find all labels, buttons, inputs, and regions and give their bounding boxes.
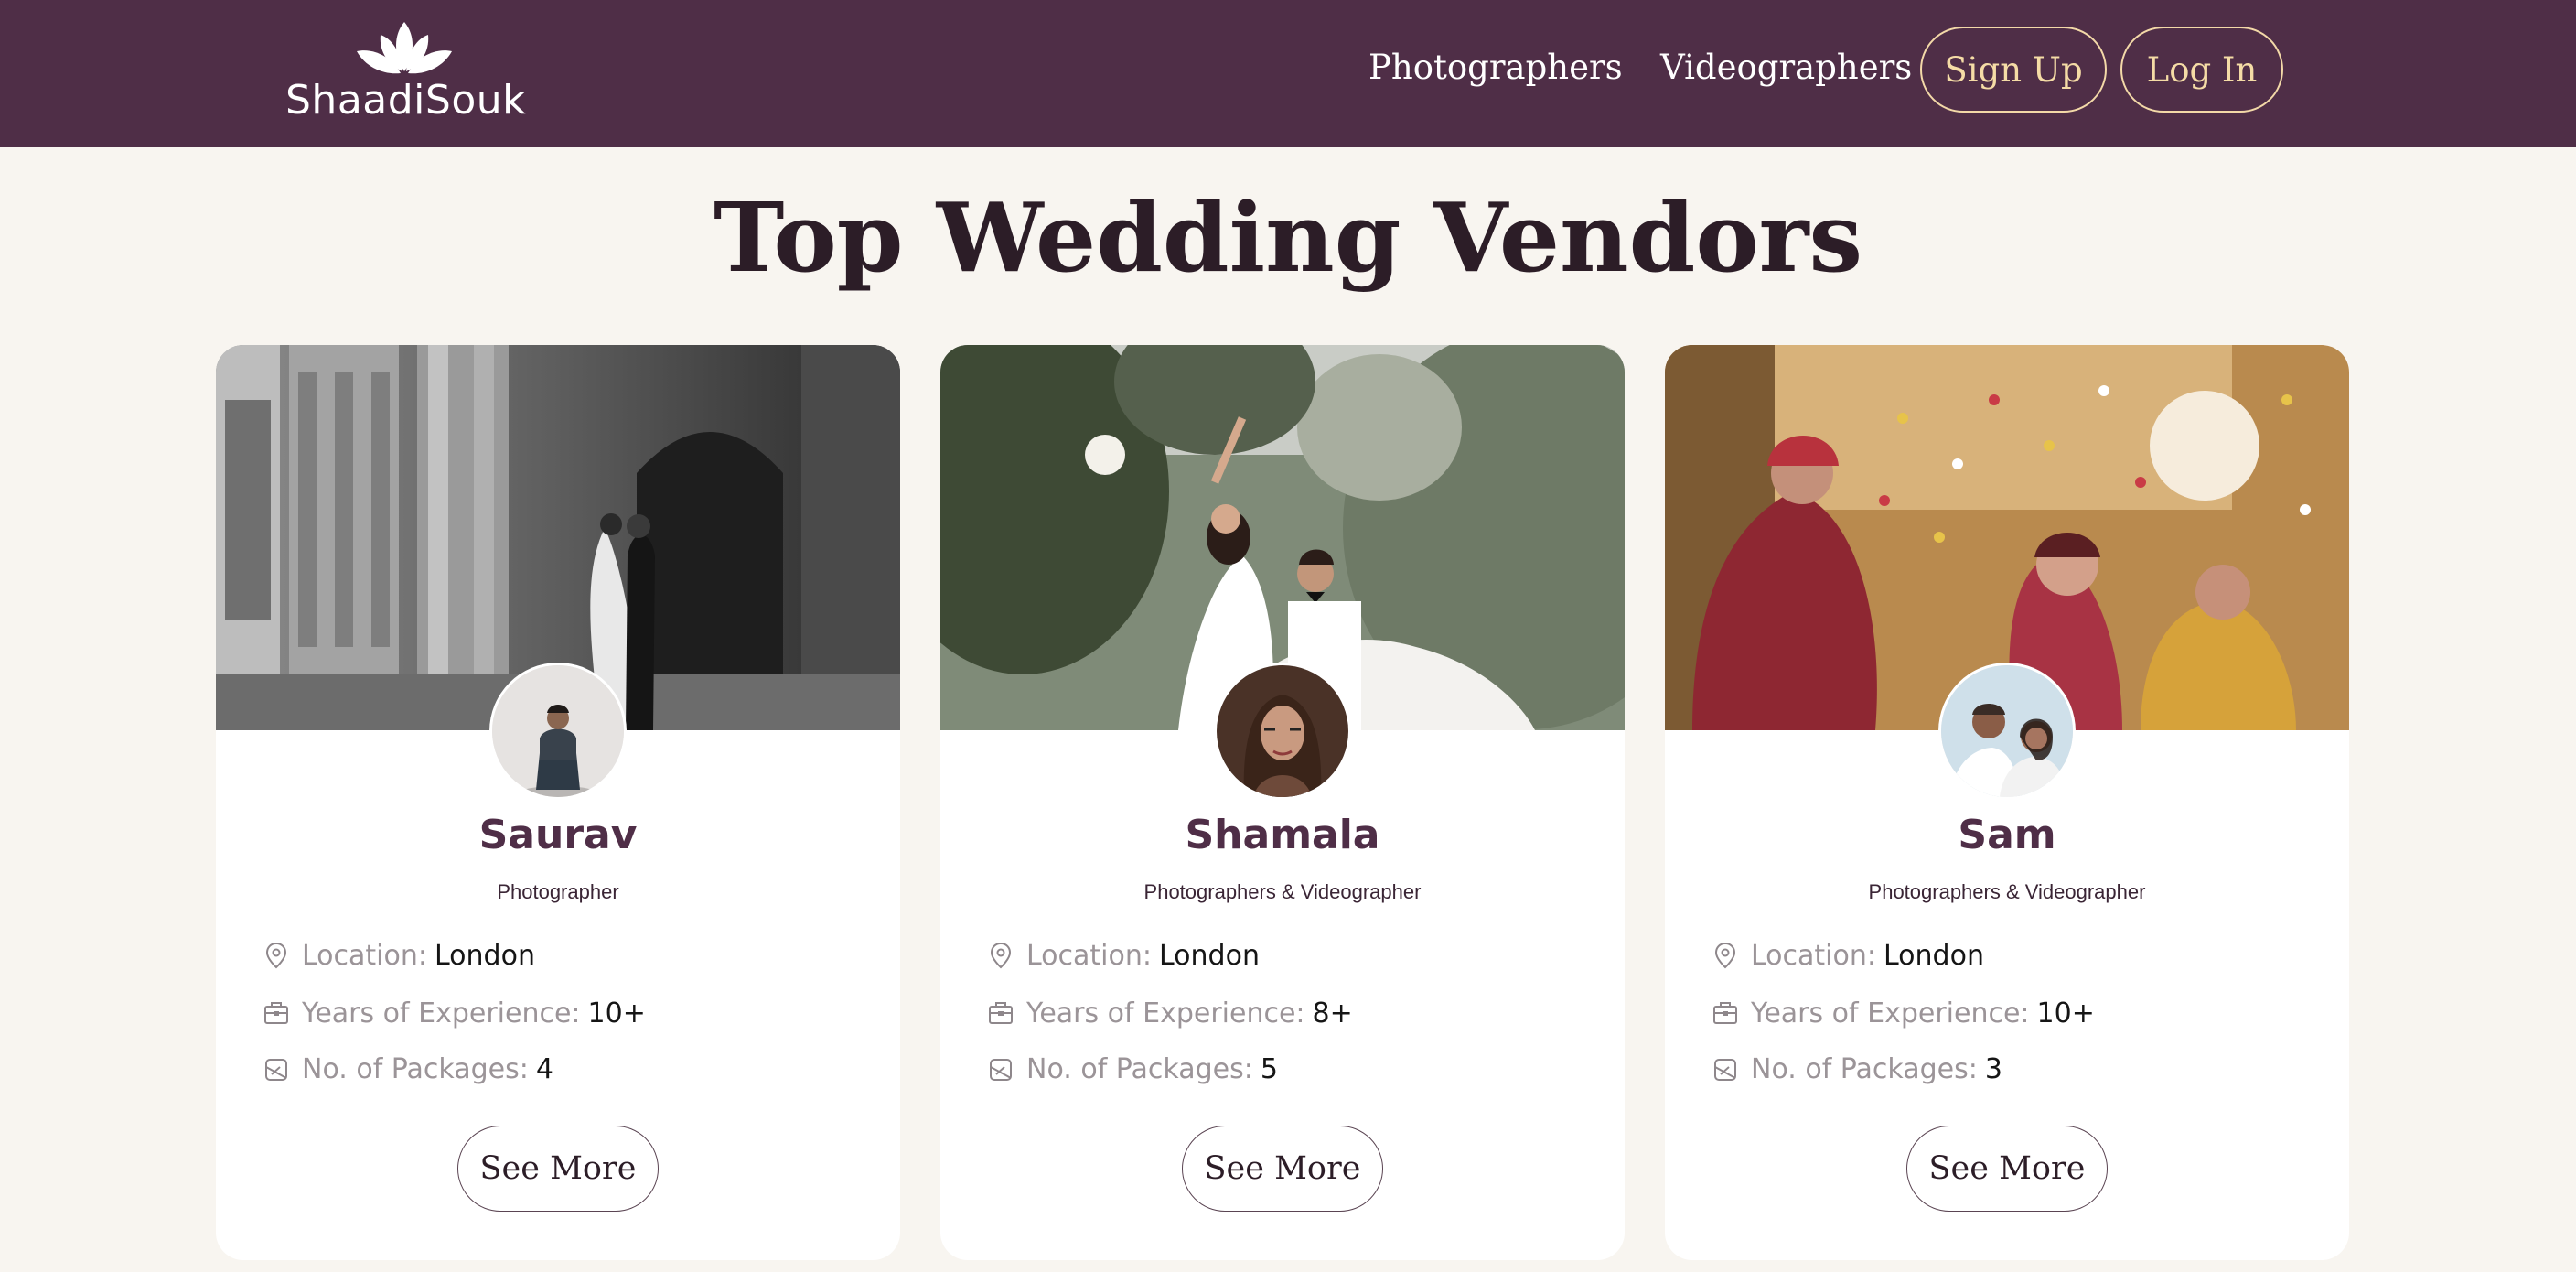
location-row: Location: London [986,937,1260,974]
experience-row: Years of Experience: 10+ [262,995,646,1031]
location-label: Location: [302,939,427,972]
experience-value: 8+ [1312,997,1353,1029]
top-navbar: ShaadiSouk Photographers Videographers S… [0,0,2576,147]
vendor-name: Sam [1958,812,2056,858]
see-more-button[interactable]: See More [457,1126,659,1212]
packages-value: 5 [1260,1052,1278,1085]
packages-value: 3 [1984,1052,2002,1085]
vendor-role: Photographer [497,880,619,903]
vendor-role: Photographers & Videographer [1868,880,2146,903]
packages-row: No. of Packages: 5 [986,1051,1278,1087]
page-title: Top Wedding Vendors [713,181,1863,294]
vendor-card[interactable]: Saurav Photographer Location: London Yea… [216,345,900,1260]
packages-label: No. of Packages: [1026,1052,1253,1085]
package-icon [265,1059,287,1081]
log-in-button[interactable]: Log In [2120,27,2283,113]
location-label: Location: [1751,939,1876,972]
see-more-button[interactable]: See More [1906,1126,2108,1212]
packages-value: 4 [535,1052,553,1085]
experience-row: Years of Experience: 8+ [986,995,1353,1031]
experience-row: Years of Experience: 10+ [1711,995,2095,1031]
see-more-button[interactable]: See More [1182,1126,1383,1212]
location-row: Location: London [262,937,535,974]
vendor-avatar [492,665,624,797]
map-pin-icon [1714,942,1736,969]
vendor-avatar [1217,665,1348,797]
packages-row: No. of Packages: 4 [262,1051,553,1087]
location-row: Location: London [1711,937,1984,974]
package-icon [990,1059,1012,1081]
briefcase-icon [989,1002,1013,1024]
location-value: London [1159,939,1260,972]
nav-photographers[interactable]: Photographers [1368,48,1623,87]
brand-logo[interactable]: ShaadiSouk [285,18,527,124]
experience-value: 10+ [587,997,646,1029]
experience-label: Years of Experience: [1026,997,1305,1029]
package-icon [1714,1059,1736,1081]
packages-row: No. of Packages: 3 [1711,1051,2002,1087]
vendor-name: Shamala [1185,812,1380,858]
packages-label: No. of Packages: [302,1052,529,1085]
location-value: London [435,939,535,972]
experience-label: Years of Experience: [1751,997,2030,1029]
vendor-card[interactable]: Shamala Photographers & Videographer Loc… [940,345,1625,1260]
lotus-icon [357,22,452,74]
packages-label: No. of Packages: [1751,1052,1978,1085]
briefcase-icon [1713,1002,1737,1024]
briefcase-icon [264,1002,288,1024]
brand-name: ShaadiSouk [285,77,527,124]
vendor-role: Photographers & Videographer [1143,880,1422,903]
vendor-avatar [1941,665,2073,797]
map-pin-icon [265,942,287,969]
vendor-card[interactable]: Sam Photographers & Videographer Locatio… [1665,345,2349,1260]
experience-value: 10+ [2036,997,2095,1029]
experience-label: Years of Experience: [302,997,581,1029]
sign-up-button[interactable]: Sign Up [1920,27,2107,113]
map-pin-icon [990,942,1012,969]
vendor-name: Saurav [478,812,638,858]
nav-videographers[interactable]: Videographers [1660,48,1912,87]
location-value: London [1884,939,1984,972]
location-label: Location: [1026,939,1152,972]
